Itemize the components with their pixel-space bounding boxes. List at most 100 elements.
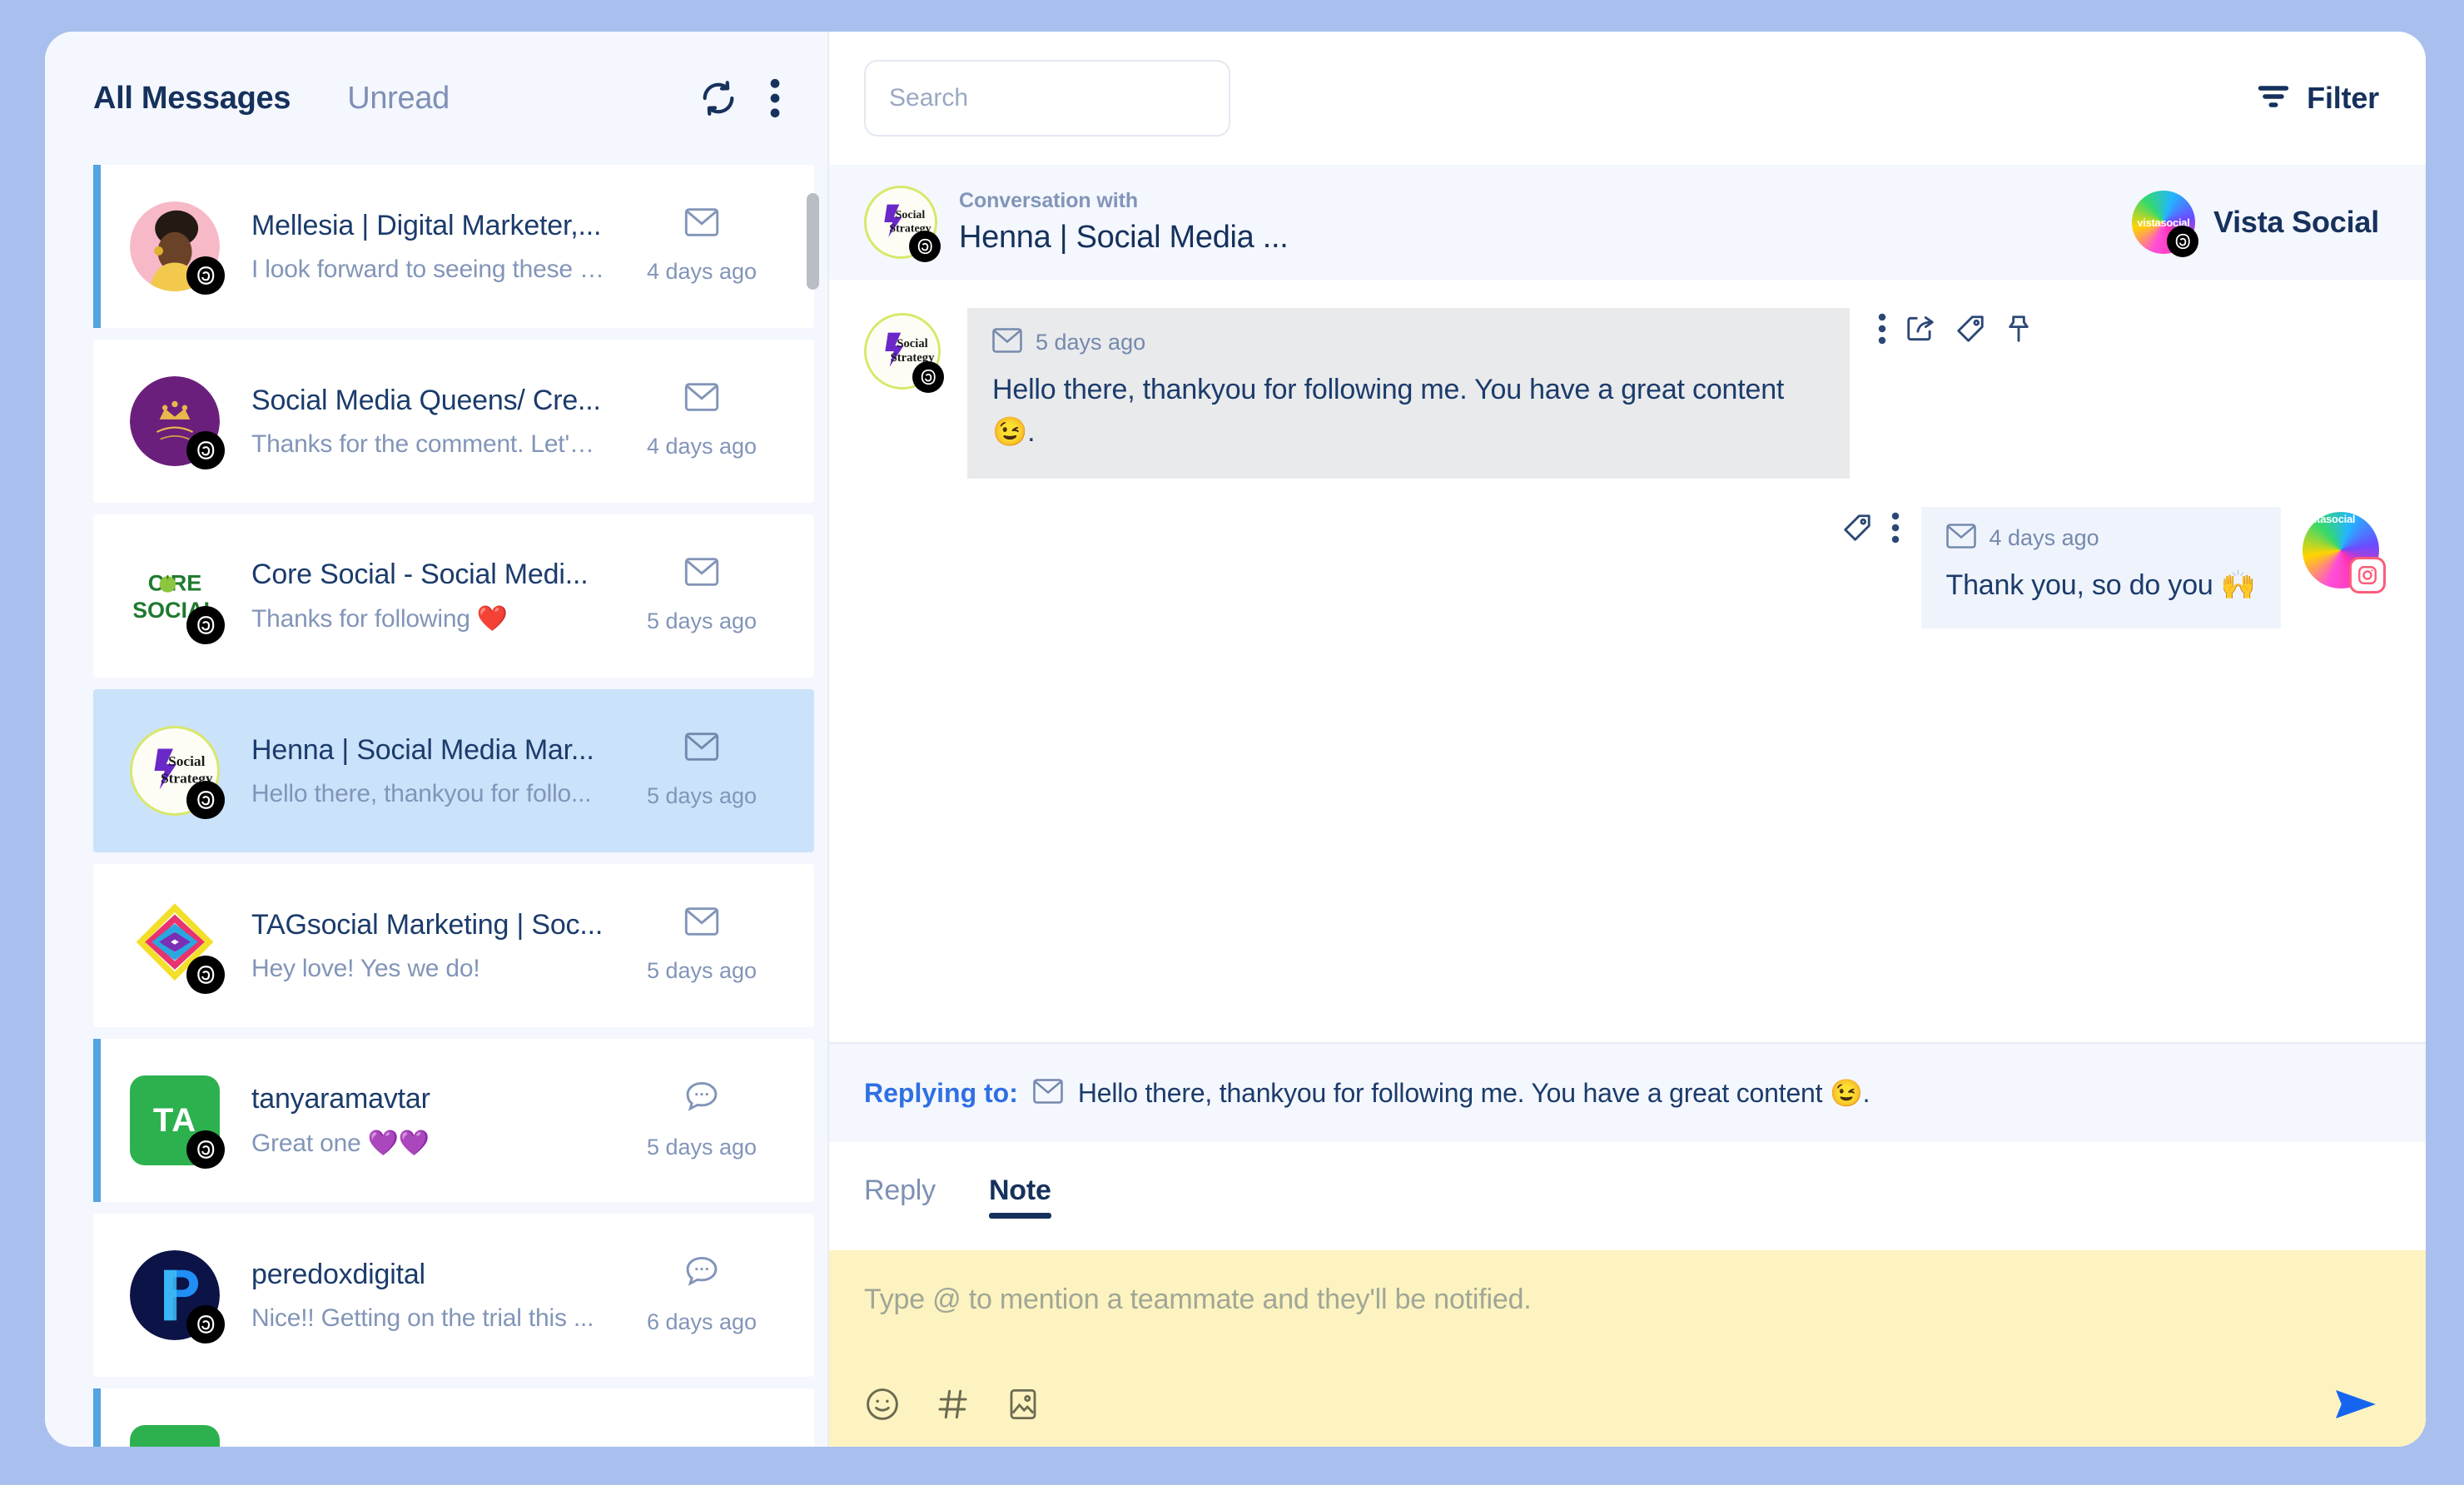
message-actions <box>1878 308 2033 345</box>
conversation-preview: Great one 💜💜 <box>251 1130 430 1157</box>
conversation-preview: Thanks for the comment. Let's ... <box>251 430 606 458</box>
instagram-icon <box>2349 557 2386 594</box>
filter-label: Filter <box>2307 81 2379 115</box>
refresh-icon[interactable] <box>699 79 738 117</box>
list-item[interactable]: C RE SOCIAL Core Social - Social Medi...… <box>93 514 814 678</box>
tab-note[interactable]: Note <box>988 1175 1051 1219</box>
message-bubble: 4 days ago Thank you, so do you 🙌 <box>1920 507 2281 628</box>
list-item-text: Mellesia | Digital Marketer,... I look f… <box>251 210 623 284</box>
message-text: Thank you, so do you 🙌 <box>1945 569 2257 601</box>
conversation-name: Henna | Social Media Mar... <box>251 733 594 766</box>
list-item-meta: 4 days ago <box>623 208 781 285</box>
account-avatar-word: vistasocial <box>2303 513 2356 525</box>
threads-icon <box>186 256 225 295</box>
message-timestamp: 4 days ago <box>1989 525 2099 550</box>
pin-icon[interactable] <box>2004 313 2033 345</box>
filter-button[interactable]: Filter <box>2257 81 2379 116</box>
tag-icon[interactable] <box>1955 313 1986 345</box>
app-frame: All Messages Unread Mellesia | Digital M… <box>0 0 2464 1485</box>
list-item[interactable]: Social Media Queens/ Cre... Thanks for t… <box>93 340 814 503</box>
send-button[interactable] <box>2332 1383 2379 1425</box>
message-meta: 4 days ago <box>1945 524 2256 553</box>
timestamp: 5 days ago <box>646 958 758 983</box>
conversation-header-text: Conversation with Henna | Social Media .… <box>959 189 1289 256</box>
envelope-icon <box>684 907 719 940</box>
tab-unread[interactable]: Unread <box>347 81 450 117</box>
conversation-header: Social Strategy Conversation with Henna … <box>829 165 2426 280</box>
account-selector[interactable]: vistasocial Vista Social <box>2131 191 2379 257</box>
conversation-preview: Hello there, thankyou for follo... <box>251 779 592 807</box>
avatar: Social Strategy <box>864 313 944 393</box>
comment-icon <box>684 1255 719 1291</box>
message-actions <box>1841 507 1900 544</box>
timestamp: 4 days ago <box>646 434 758 459</box>
envelope-icon <box>1945 524 1976 553</box>
list-item-text: TAGsocial Marketing | Soc... Hey love! Y… <box>251 909 623 983</box>
envelope-icon <box>684 733 719 765</box>
svg-text:Social: Social <box>896 209 926 221</box>
list-item[interactable]: TA tanyaramavtar Great one 💜💜 5 days ago <box>93 1039 814 1202</box>
hashtag-icon[interactable] <box>936 1386 971 1423</box>
avatar <box>130 1250 225 1343</box>
conversation-preview: Hey love! Yes we do! <box>251 954 480 982</box>
list-item-text: Core Social - Social Medi... Thanks for … <box>251 559 623 633</box>
search-input[interactable] <box>864 60 1230 137</box>
threads-icon <box>186 606 225 644</box>
comment-icon <box>684 1080 719 1116</box>
message-outgoing: 4 days ago Thank you, so do you 🙌 vistas… <box>864 507 2386 628</box>
conversation-toolbar: Filter <box>829 32 2426 165</box>
conversation-name: Mellesia | Digital Marketer,... <box>251 209 602 241</box>
timestamp: 5 days ago <box>646 1135 758 1160</box>
message-meta: 5 days ago <box>992 328 1821 357</box>
avatar-initials: TA <box>152 1101 197 1139</box>
replying-to-bar: Replying to: Hello there, thankyou for f… <box>829 1042 2426 1142</box>
timestamp: 4 days ago <box>646 259 758 284</box>
tag-icon[interactable] <box>1841 512 1873 544</box>
list-item-meta: 5 days ago <box>623 733 781 809</box>
image-icon[interactable] <box>1006 1386 1041 1423</box>
composer-tabs: Reply Note <box>829 1142 2426 1250</box>
contact-avatar: Social Strategy <box>864 186 941 262</box>
more-vertical-icon[interactable] <box>1878 313 1886 345</box>
list-item[interactable]: peredoxdigital Nice!! Getting on the tri… <box>93 1214 814 1377</box>
timestamp: 5 days ago <box>646 783 758 808</box>
list-item[interactable]: Mellesia | Digital Marketer,... I look f… <box>93 165 814 328</box>
conversation-name: TAGsocial Marketing | Soc... <box>251 908 604 941</box>
avatar: Social Strategy <box>130 726 225 819</box>
more-vertical-icon[interactable] <box>1891 512 1900 544</box>
app-window: All Messages Unread Mellesia | Digital M… <box>45 32 2426 1447</box>
list-item[interactable] <box>93 1388 814 1447</box>
timestamp: 6 days ago <box>646 1309 758 1334</box>
avatar <box>130 201 225 295</box>
unread-accent-bar <box>93 1388 101 1447</box>
replying-to-label: Replying to: <box>864 1077 1018 1108</box>
more-vertical-icon[interactable] <box>769 78 781 118</box>
list-item-selected[interactable]: Social Strategy Henna | Social Media Mar… <box>93 689 814 852</box>
envelope-icon <box>992 328 1022 357</box>
note-composer[interactable]: Type @ to mention a teammate and they'll… <box>829 1250 2426 1447</box>
avatar: C RE SOCIAL <box>130 551 225 644</box>
tab-all-messages[interactable]: All Messages <box>93 81 291 117</box>
list-item-meta: 5 days ago <box>623 558 781 634</box>
list-item[interactable]: TAGsocial Marketing | Soc... Hey love! Y… <box>93 864 814 1027</box>
avatar <box>130 901 225 994</box>
emoji-icon[interactable] <box>864 1386 901 1423</box>
threads-icon <box>186 1305 225 1343</box>
tab-reply[interactable]: Reply <box>864 1175 936 1219</box>
filter-icon <box>2257 82 2290 115</box>
list-scrollbar[interactable] <box>807 193 819 290</box>
list-item-meta: 5 days ago <box>623 1080 781 1160</box>
message-bubble: 5 days ago Hello there, thankyou for fol… <box>967 308 1850 479</box>
threads-icon <box>909 231 941 262</box>
message-content: 5 days ago Hello there, thankyou for fol… <box>967 308 2033 479</box>
message-thread: Social Strategy 5 days ago Hello there, … <box>829 280 2426 1042</box>
conversation-list-container: Mellesia | Digital Marketer,... I look f… <box>45 165 827 1447</box>
conversation-list[interactable]: Mellesia | Digital Marketer,... I look f… <box>45 165 827 1447</box>
conversation-preview: Nice!! Getting on the trial this ... <box>251 1304 594 1332</box>
threads-icon <box>186 956 225 994</box>
share-icon[interactable] <box>1905 313 1936 345</box>
avatar <box>130 1425 220 1447</box>
envelope-icon <box>684 383 719 415</box>
list-item-text: peredoxdigital Nice!! Getting on the tri… <box>251 1259 623 1333</box>
threads-icon <box>186 781 225 819</box>
